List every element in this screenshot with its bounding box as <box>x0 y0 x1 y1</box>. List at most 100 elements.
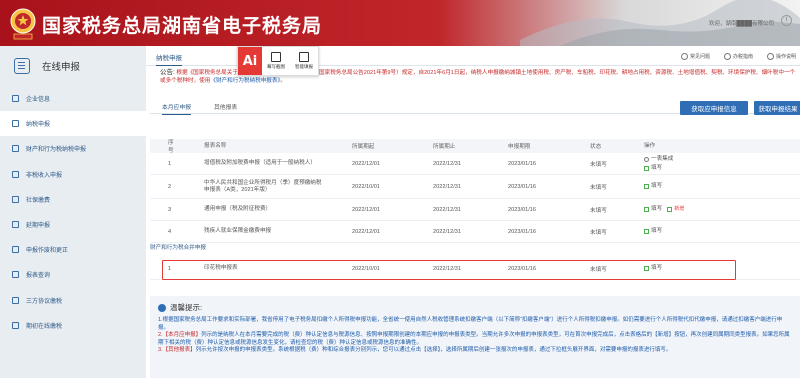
tab-tax-declaration[interactable]: 纳税申报 <box>156 52 182 66</box>
table-row: 3 通用申报（税及附征税费） 2022/12/01 2022/12/31 2023/01… <box>150 199 800 221</box>
screenshot-label: 幕写截图 <box>267 64 285 69</box>
header-end: 所属期止 <box>433 144 456 150</box>
sidebar-item-label: 财产和行为税纳税申报 <box>26 147 87 154</box>
tip-text: 列示的是纳税人在本月需要完成的税（费）种认定信息与税源信息、按照申报期限创建的本… <box>158 332 790 346</box>
action-link[interactable]: 填写 新增 <box>644 205 800 214</box>
sidebar-item[interactable]: 非税收入申报 <box>0 162 146 187</box>
smart-fill-button[interactable]: 智能填报 <box>290 47 318 75</box>
tab-current-month[interactable]: 本月应申报 <box>162 102 191 115</box>
cell-deadline: 2023/01/16 <box>508 228 536 235</box>
table-row: 1 增值税及附加税费申报（适用于一般纳税人） 2022/12/01 2022/12/3… <box>150 153 800 175</box>
action-link[interactable]: 填写 <box>644 164 800 173</box>
smart-fill-label: 智能填报 <box>295 64 313 69</box>
header-name: 报表名称 <box>204 142 227 149</box>
sidebar-item[interactable]: 延期申报 <box>0 212 146 237</box>
edit-icon <box>644 207 649 212</box>
sidebar-item-label: 报表查询 <box>26 273 51 280</box>
link-guide[interactable]: 办税指南 <box>723 53 753 61</box>
cell-start: 2022/10/01 <box>352 183 380 190</box>
action-link[interactable]: 一表集成 <box>644 155 800 164</box>
get-declaration-info-button[interactable]: 获取应申报信息 <box>680 101 748 115</box>
get-declaration-result-button[interactable]: 获取申报结果 <box>754 101 800 115</box>
action-link[interactable]: 填写 <box>644 227 800 236</box>
sidebar-item[interactable]: 期初在线缴税 <box>0 313 146 338</box>
menu-item-icon <box>12 271 19 279</box>
help-links: 常见问题 办税指南 操作说明 <box>680 53 796 61</box>
menu-item-icon <box>12 95 19 103</box>
cell-status: 未填写 <box>590 184 607 191</box>
tip-text: 列示允许按次申报的申报表类型。系统根据税（费）种和综合报表分别列示，您可以通过点… <box>195 347 672 353</box>
tip-item: 1.根据国家税务总局工作要求和实际部署，我省停用了电子税务局扣缴个人所得税申报功… <box>158 317 792 332</box>
user-welcome-text: 欢迎，湖南████有限公司 <box>708 21 774 27</box>
tip-item: 3.【其他报表】列示允许按次申报的申报表类型。系统根据税（费）种和综合报表分别列… <box>158 347 792 355</box>
edit-icon <box>644 165 649 171</box>
action-label: 新增 <box>674 206 685 212</box>
tip-text: 1.根据国家税务总局工作要求和实际部署，我省停用了电子税务局扣缴个人所得税申报功… <box>158 317 783 331</box>
info-icon <box>158 303 166 312</box>
question-icon <box>680 53 688 61</box>
site-title: 国家税务总局湖南省电子税务局 <box>42 15 323 37</box>
floating-toolbar: Ai 幕写截图 智能填报 <box>237 46 319 76</box>
cell-actions: 填写 <box>632 227 800 236</box>
cell-deadline: 2023/01/16 <box>508 183 536 190</box>
edit-icon <box>644 184 649 189</box>
sidebar-heading-label: 在线申报 <box>42 62 81 73</box>
cell-end: 2022/12/31 <box>433 228 461 235</box>
form-icon <box>299 52 309 62</box>
cell-deadline: 2023/01/16 <box>508 160 536 167</box>
sidebar-item[interactable]: 财产和行为税纳税申报 <box>0 136 146 161</box>
tips-title: 温馨提示: <box>158 302 792 313</box>
logout-icon[interactable] <box>781 15 792 26</box>
cell-name: 中华人民共和国企业所得税月（季）度预缴纳税申报表（A类，2021年版） <box>204 179 322 193</box>
announcement-label: 公告: <box>160 69 175 76</box>
menu-item-icon <box>12 246 19 254</box>
cell-end: 2022/12/31 <box>433 206 461 213</box>
sidebar-item-label: 社保缴费 <box>26 197 51 204</box>
action-label: 填写 <box>651 164 663 171</box>
sidebar-item[interactable]: 企业信息 <box>0 86 146 111</box>
table-header: 序号 报表名称 所属期起 所属期止 申报期限 状态 操作 <box>150 139 800 154</box>
cell-name: 通用申报（税及附征税费） <box>204 206 272 212</box>
table-row: 2 中华人民共和国企业所得税月（季）度预缴纳税申报表（A类，2021年版） 2022… <box>150 175 800 199</box>
page-header: 国家税务总局湖南省电子税务局 欢迎，湖南████有限公司 <box>0 0 800 46</box>
sidebar-item[interactable]: 三方协议缴税 <box>0 288 146 313</box>
cell-status: 未填写 <box>590 161 607 168</box>
cell-actions: 填写 新增 <box>632 205 800 214</box>
header-no: 序号 <box>168 140 174 154</box>
menu-item-icon <box>12 221 19 229</box>
edit-icon <box>644 229 649 234</box>
sidebar-item-label: 纳税申报 <box>26 122 51 129</box>
edit-icon <box>667 207 673 212</box>
sidebar-item-label: 申报作废和更正 <box>26 248 69 255</box>
link-manual[interactable]: 操作说明 <box>766 53 796 61</box>
sidebar-item-label: 延期申报 <box>26 223 51 230</box>
menu-item-icon <box>12 195 19 203</box>
tip-item: 2.【本月应申报】列示的是纳税人在本月需要完成的税（费）种认定信息与税源信息、按… <box>158 332 792 347</box>
sidebar: 在线申报 企业信息纳税申报财产和行为税纳税申报非税收入申报社保缴费延期申报申报作… <box>0 46 146 378</box>
sidebar-item[interactable]: 纳税申报 <box>0 111 146 137</box>
integrated-icon <box>644 156 649 162</box>
action-label: 填写 <box>651 206 663 212</box>
highlight-annotation-box <box>162 260 736 280</box>
action-link[interactable]: 填写 <box>644 182 800 191</box>
tip-prefix: 3.【其他报表】 <box>158 347 196 353</box>
cell-start: 2022/12/01 <box>352 206 380 213</box>
sidebar-item[interactable]: 报表查询 <box>0 262 146 287</box>
menu-item-icon <box>12 296 19 304</box>
action-link[interactable]: 新增 <box>667 205 684 214</box>
ai-logo-icon[interactable]: Ai <box>238 47 262 75</box>
menu-item-icon <box>12 120 19 128</box>
cell-no: 1 <box>168 160 172 167</box>
link-faq[interactable]: 常见问题 <box>680 53 710 61</box>
header-actions: 操作 <box>644 142 656 149</box>
declaration-table: 序号 报表名称 所属期起 所属期止 申报期限 状态 操作 1 增值税及附加税费申报… <box>150 139 800 243</box>
tips-panel: 温馨提示: 1.根据国家税务总局工作要求和实际部署，我省停用了电子税务局扣缴个人… <box>150 296 800 378</box>
sidebar-item-label: 三方协议缴税 <box>26 298 63 305</box>
tab-other-reports[interactable]: 其他报表 <box>214 102 237 111</box>
sidebar-item[interactable]: 社保缴费 <box>0 187 146 212</box>
sidebar-item[interactable]: 申报作废和更正 <box>0 237 146 262</box>
announcement-link[interactable]: 《财产和行为税纳税申报表》 <box>210 78 280 84</box>
action-label: 填写 <box>651 228 663 234</box>
screenshot-button[interactable]: 幕写截图 <box>262 47 290 75</box>
menu-item-icon <box>12 145 19 153</box>
